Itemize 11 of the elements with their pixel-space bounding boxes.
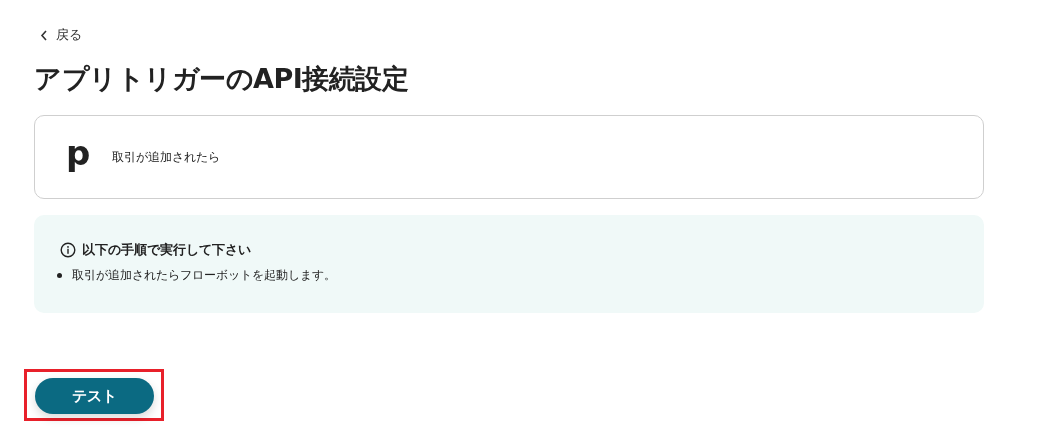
trigger-label: 取引が追加されたら — [112, 148, 221, 166]
bullet-icon — [57, 273, 62, 278]
info-heading: 以下の手順で実行して下さい — [82, 241, 251, 259]
chevron-left-icon — [40, 29, 48, 41]
page-title: アプリトリガーのAPI接続設定 — [34, 62, 410, 96]
info-icon — [60, 242, 76, 258]
back-link[interactable]: 戻る — [40, 24, 82, 46]
app-logo: p — [66, 136, 91, 175]
test-button[interactable]: テスト — [35, 378, 154, 414]
instruction-text: 取引が追加されたらフローボットを起動します。 — [72, 267, 336, 284]
trigger-card[interactable]: p 取引が追加されたら — [34, 115, 984, 199]
